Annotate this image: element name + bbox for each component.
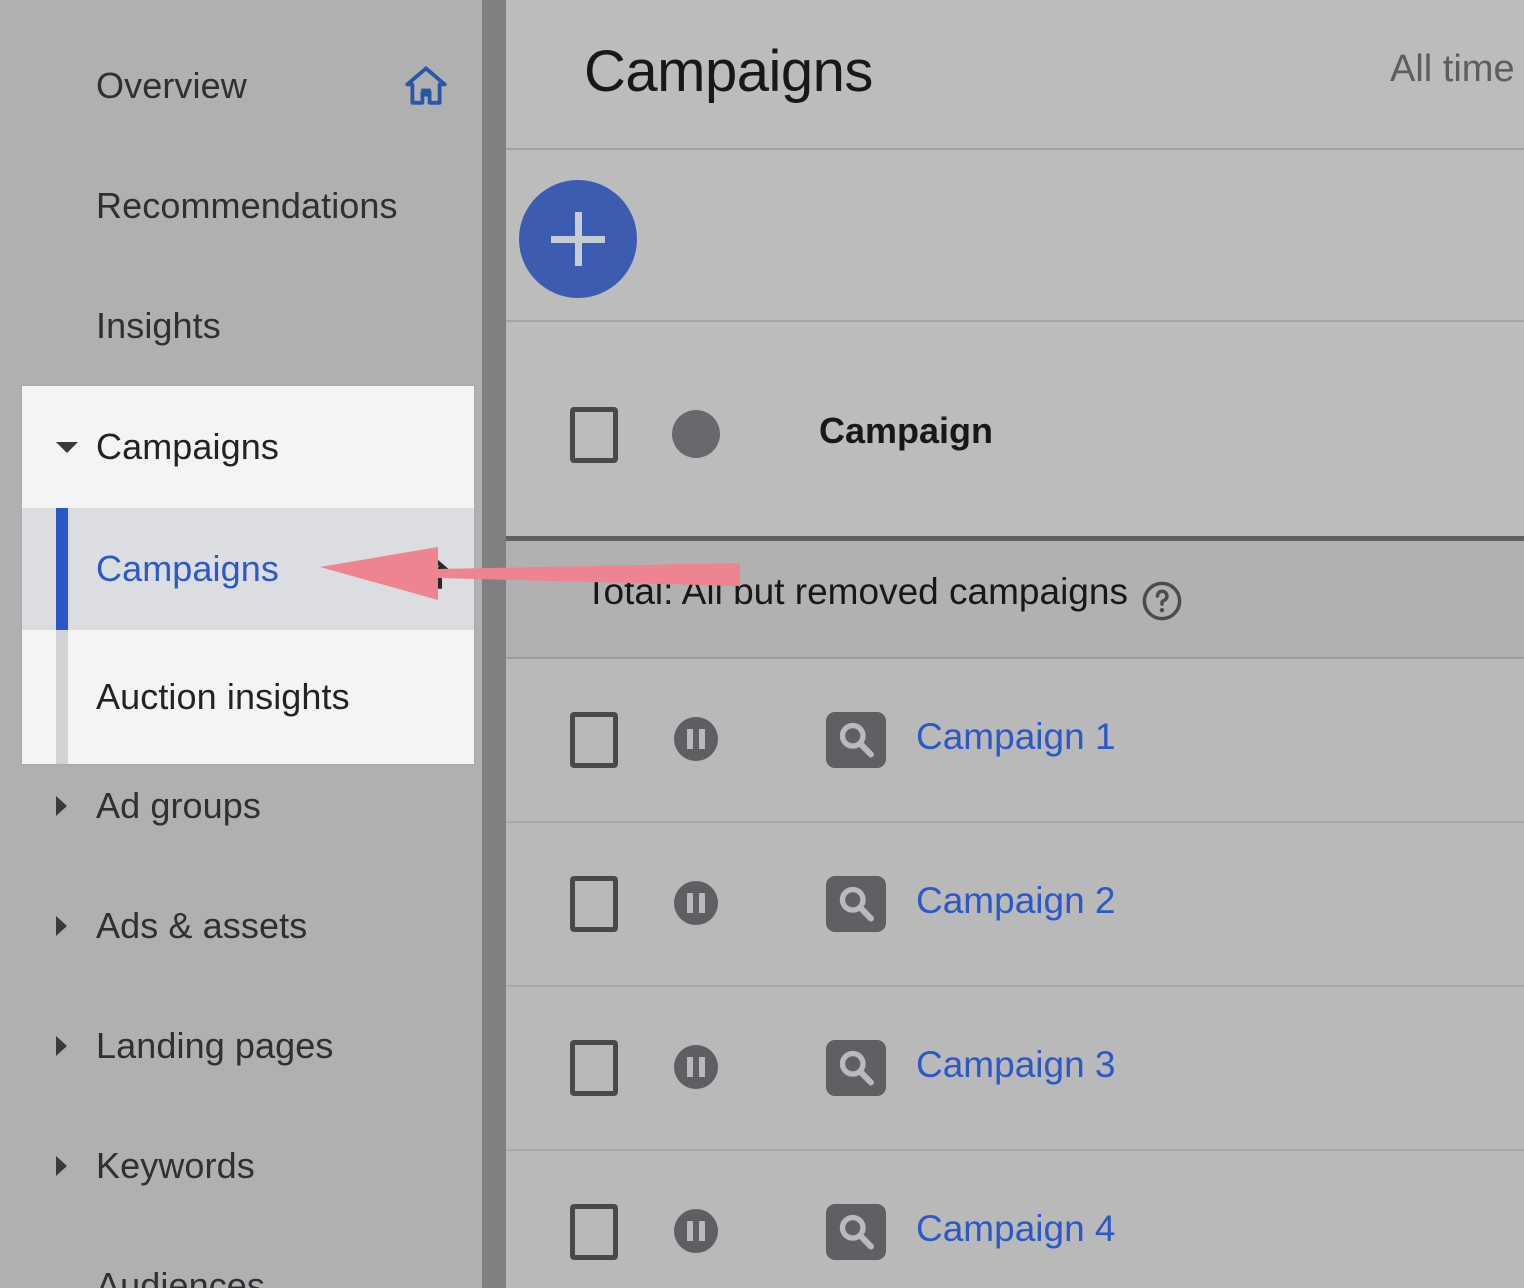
chevron-right-icon — [56, 796, 67, 816]
group-indicator-bar — [56, 630, 68, 764]
google-ads-campaigns-screen: Overview Recommendations Insights Ad gro… — [0, 0, 1524, 1288]
sidebar-item-label: Auction insights — [96, 676, 350, 717]
sidebar-group-label: Campaigns — [96, 426, 279, 467]
selected-indicator-bar — [56, 508, 68, 630]
status-dot-icon — [672, 410, 720, 458]
page-title: Campaigns — [584, 39, 873, 104]
row-checkbox[interactable] — [570, 876, 618, 932]
home-icon — [401, 549, 451, 589]
row-checkbox[interactable] — [570, 1040, 618, 1096]
search-campaign-icon — [826, 1040, 886, 1096]
sidebar-item-label: Audiences — [96, 1265, 266, 1288]
chevron-right-icon — [56, 1036, 67, 1056]
sidebar-item-keywords[interactable]: Keywords — [0, 1128, 482, 1204]
chevron-right-icon — [56, 916, 67, 936]
main-content: Campaigns All time Add filter Search Cam… — [506, 0, 1524, 1288]
home-icon — [405, 66, 447, 105]
table-header-row: Campaign — [506, 322, 1524, 541]
table-toolbar: Add filter Search — [506, 150, 1524, 402]
sidebar-item-auction-insights[interactable]: Auction insights — [22, 630, 474, 764]
sidebar-item-recommendations[interactable]: Recommendations — [0, 168, 482, 244]
total-row-label: Total: All but removed campaigns — [585, 571, 1128, 612]
row-checkbox[interactable] — [570, 1204, 618, 1260]
chevron-right-icon — [56, 1156, 67, 1176]
sidebar-item-insights[interactable]: Insights — [0, 288, 482, 364]
sidebar-item-landing-pages[interactable]: Landing pages — [0, 1008, 482, 1084]
pause-circle-icon[interactable] — [674, 1045, 718, 1089]
sidebar-item-audiences[interactable]: Audiences — [0, 1248, 482, 1288]
sidebar-scrollbar[interactable] — [482, 0, 506, 1288]
search-campaign-icon — [826, 712, 886, 768]
table-row[interactable]: Campaign 4 — [506, 1151, 1524, 1288]
pause-circle-icon[interactable] — [674, 1209, 718, 1253]
table-row[interactable]: Campaign 3 — [506, 987, 1524, 1151]
table-total-row: Total: All but removed campaigns — [506, 541, 1524, 659]
sidebar-item-label: Insights — [96, 305, 221, 346]
table-row[interactable]: Campaign 1 — [506, 659, 1524, 823]
plus-icon — [574, 212, 582, 266]
search-campaign-icon — [826, 1204, 886, 1260]
search-campaign-icon — [826, 876, 886, 932]
campaign-name-link[interactable]: Campaign 4 — [916, 1208, 1116, 1250]
table-row[interactable]: Campaign 2 — [506, 823, 1524, 987]
sidebar-item-label: Recommendations — [96, 185, 398, 226]
new-campaign-button[interactable] — [519, 180, 637, 298]
sidebar-group-campaigns[interactable]: Campaigns — [22, 386, 474, 508]
sidebar-item-ads-and-assets[interactable]: Ads & assets — [0, 888, 482, 964]
help-circle-icon[interactable] — [1140, 579, 1184, 623]
row-checkbox[interactable] — [570, 712, 618, 768]
chevron-down-icon — [56, 441, 78, 453]
page-header: Campaigns All time — [506, 0, 1524, 150]
select-all-checkbox[interactable] — [570, 407, 618, 463]
campaign-name-link[interactable]: Campaign 1 — [916, 716, 1116, 758]
campaign-name-link[interactable]: Campaign 3 — [916, 1044, 1116, 1086]
sidebar-item-label: Ads & assets — [96, 905, 308, 946]
pause-circle-icon[interactable] — [674, 717, 718, 761]
sidebar-item-label: Ad groups — [96, 785, 262, 826]
date-range-selector[interactable]: All time — [1390, 48, 1515, 91]
sidebar-item-label: Keywords — [96, 1145, 255, 1186]
column-header-campaign[interactable]: Campaign — [819, 410, 993, 452]
sidebar-item-label: Landing pages — [96, 1025, 334, 1066]
sidebar-item-label: Campaigns — [96, 548, 279, 589]
sidebar-item-label: Overview — [96, 65, 247, 106]
campaign-name-link[interactable]: Campaign 2 — [916, 880, 1116, 922]
sidebar-item-ad-groups[interactable]: Ad groups — [0, 768, 482, 844]
pause-circle-icon[interactable] — [674, 881, 718, 925]
